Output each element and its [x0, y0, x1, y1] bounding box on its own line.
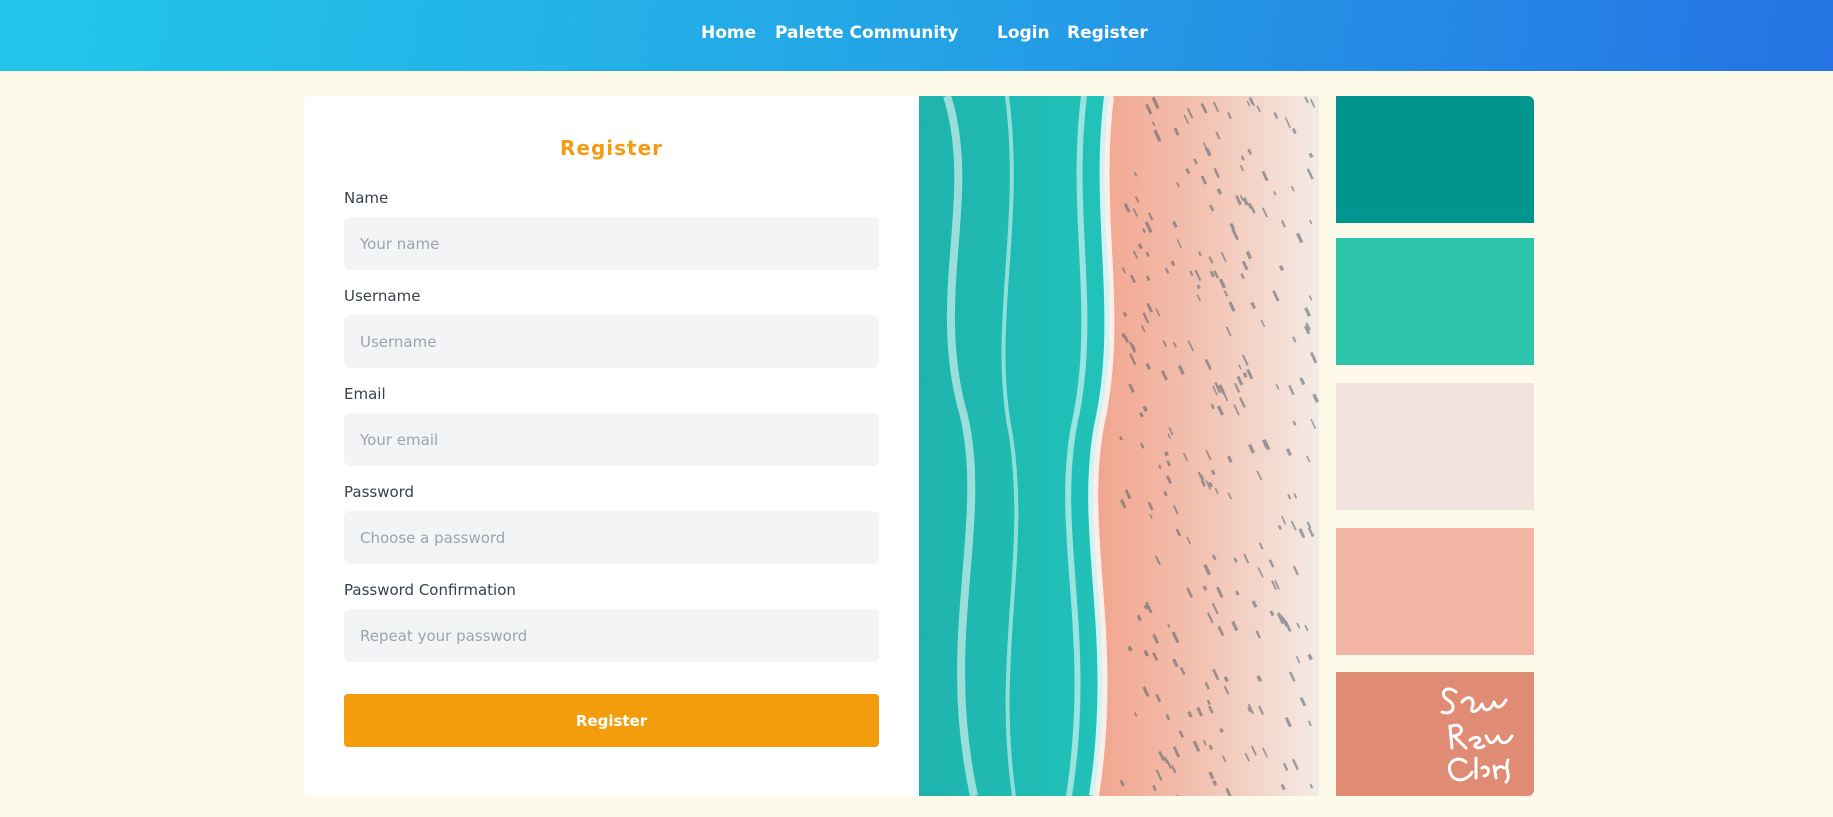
username-input[interactable]: [344, 315, 879, 368]
nav-login-link[interactable]: Login: [997, 22, 1050, 44]
email-input[interactable]: [344, 413, 879, 466]
palette-swatch-4: [1336, 528, 1534, 655]
name-input[interactable]: [344, 217, 879, 270]
password-input[interactable]: [344, 511, 879, 564]
palette-swatch-3: [1336, 383, 1534, 510]
nav-register-link[interactable]: Register: [1067, 22, 1148, 44]
register-button[interactable]: Register: [344, 694, 879, 747]
password-confirmation-input[interactable]: [344, 609, 879, 662]
beach-photo: [919, 96, 1319, 796]
palette-swatch-1: [1336, 96, 1534, 223]
nav-home-link[interactable]: Home: [701, 22, 756, 44]
email-label: Email: [344, 385, 386, 403]
palette-swatch-2: [1336, 238, 1534, 365]
signature-logo: [1440, 687, 1514, 784]
page-title: Register: [559, 136, 664, 160]
password-label: Password: [344, 483, 415, 501]
username-label: Username: [344, 287, 421, 305]
name-label: Name: [344, 189, 389, 207]
password-confirmation-label: Password Confirmation: [344, 581, 516, 599]
nav-palette-community-link[interactable]: Palette Community: [775, 22, 958, 44]
register-card: Register Name Username Email Password Pa…: [304, 96, 919, 796]
top-navigation-bar: Home Palette Community Login Register: [0, 0, 1833, 71]
